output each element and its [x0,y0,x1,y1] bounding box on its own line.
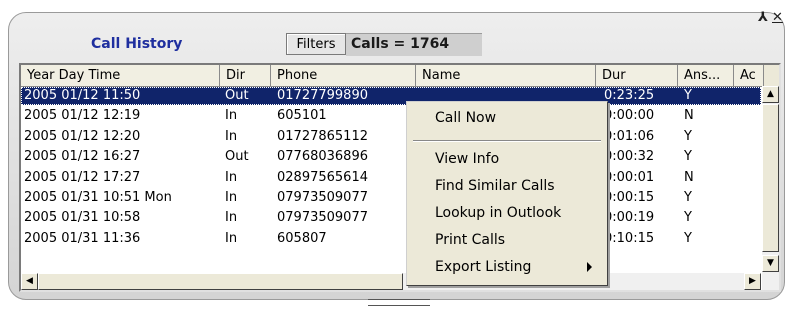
table-cell: 0:00:00 [604,108,655,124]
column-header-phone[interactable]: Phone [271,65,416,87]
pin-icon[interactable]: ⅄ [758,10,768,25]
resize-grip[interactable] [368,299,430,306]
table-cell: Y [684,149,692,165]
table-cell: In [225,128,238,144]
column-header-action[interactable]: Ac [734,65,764,87]
table-cell: 0:00:32 [604,149,655,165]
table-cell: In [225,169,238,185]
column-header-dir[interactable]: Dir [220,65,271,87]
close-icon[interactable]: ✕ [772,10,783,25]
table-cell: 2005 01/12 12:20 [24,128,141,144]
menu-item-export-listing[interactable]: Export Listing [435,259,531,275]
table-cell: In [225,210,238,226]
filters-button[interactable]: Filters [286,33,346,55]
scroll-down-icon[interactable]: ▼ [762,255,779,272]
table-cell: 605807 [277,230,327,246]
table-cell: 2005 01/12 12:19 [24,108,141,124]
scroll-left-icon[interactable]: ◀ [21,273,38,290]
table-cell: 07973509077 [277,190,368,205]
menu-item-print-calls[interactable]: Print Calls [435,232,505,248]
table-cell: 0:01:06 [604,128,655,144]
table-cell: In [225,190,238,205]
scroll-up-icon[interactable]: ▲ [762,86,779,103]
table-cell: 2005 01/31 10:58 [24,210,141,226]
table-cell: Y [684,128,692,144]
vertical-scrollbar[interactable]: ▲ ▼ [762,86,779,290]
table-cell: 0:23:25 [604,88,655,103]
table-row[interactable]: 2005 01/12 12:20 In 01727865112 0:01:06 Y [21,128,761,146]
table-cell: 605101 [277,108,327,124]
table-row[interactable]: 2005 01/12 16:27 Out 07768036896 0:00:32 Y [21,148,761,166]
horizontal-scroll-thumb[interactable] [38,273,403,290]
table-cell: 2005 01/31 11:36 [24,230,141,246]
table-header: Year Day Time Dir Phone Name Dur Ans... … [21,65,779,87]
table-cell: 2005 01/12 16:27 [24,149,141,165]
table-cell: 0:10:15 [604,230,655,246]
table-cell: In [225,230,238,246]
table-cell: N [684,108,694,124]
table-row[interactable]: 2005 01/31 10:58 In 07973509077 0:00:19 Y [21,209,761,227]
table-cell: 01727799890 [277,88,368,103]
calls-count-box: Calls = 1764 [346,33,482,56]
horizontal-scrollbar[interactable]: ◀ ▶ [21,273,761,290]
submenu-arrow-icon [587,262,592,272]
table-cell: Y [684,88,692,103]
table-cell: 0:00:01 [604,169,655,185]
table-cell: 02897565614 [277,169,368,185]
window-title: Call History [91,36,183,52]
table-row[interactable]: 2005 01/31 11:36 In 605807 0:10:15 Y [21,230,761,248]
table-row[interactable]: 2005 01/31 10:51 Mon In 07973509077 0:00:15… [21,189,761,207]
scroll-right-icon[interactable]: ▶ [744,273,761,290]
table-cell: 2005 01/12 17:27 [24,169,141,185]
table-cell: 2005 01/31 10:51 Mon [24,190,172,205]
calls-count: Calls = 1764 [351,36,450,52]
menu-item-lookup-in-outlook[interactable]: Lookup in Outlook [435,205,561,221]
menu-item-find-similar-calls[interactable]: Find Similar Calls [435,178,555,194]
column-header-dur[interactable]: Dur [596,65,678,87]
table-row[interactable]: 2005 01/12 12:19 In 605101 0:00:00 N [21,107,761,125]
table-cell: N [684,169,694,185]
table-cell: 07768036896 [277,149,368,165]
column-header-datetime[interactable]: Year Day Time [21,65,220,87]
vertical-scroll-thumb[interactable] [762,104,779,252]
table-cell: 07973509077 [277,210,368,226]
context-menu: Call Now View Info Find Similar Calls Lo… [406,101,608,286]
call-list-table: Year Day Time Dir Phone Name Dur Ans... … [19,63,781,292]
table-row[interactable]: 2005 01/12 11:50 Out 01727799890 0:23:25 Y [21,87,761,105]
menu-separator [413,140,601,142]
table-cell: 2005 01/12 11:50 [24,88,141,103]
column-header-answered[interactable]: Ans... [678,65,734,87]
table-cell: 0:00:19 [604,210,655,226]
table-cell: 01727865112 [277,128,368,144]
table-row[interactable]: 2005 01/12 17:27 In 02897565614 0:00:01 N [21,169,761,187]
table-cell: Out [225,149,249,165]
table-cell: Y [684,210,692,226]
table-cell: In [225,108,238,124]
menu-item-view-info[interactable]: View Info [435,151,499,167]
table-cell: Out [225,88,249,103]
menu-item-call-now[interactable]: Call Now [435,110,496,126]
column-header-name[interactable]: Name [416,65,596,87]
table-cell: Y [684,230,692,246]
table-cell: Y [684,190,692,205]
table-cell: 0:00:15 [604,190,655,205]
call-history-window: Call History Filters Calls = 1764 ⅄ ✕ Ye… [0,0,795,310]
